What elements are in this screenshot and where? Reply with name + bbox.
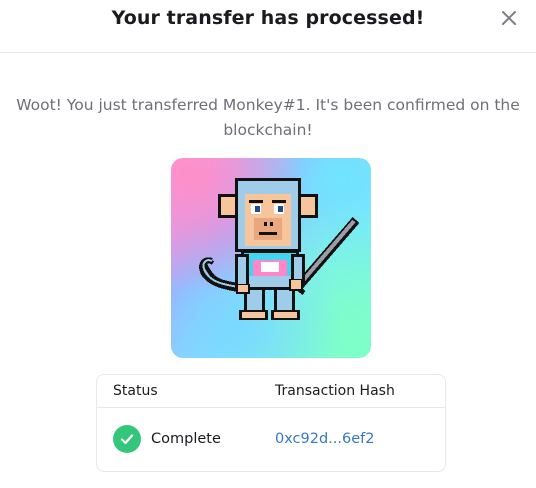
- close-button[interactable]: [499, 8, 519, 28]
- hash-column-header: Transaction Hash: [275, 383, 395, 399]
- transaction-table: Status Transaction Hash Complete 0xc92d.…: [96, 374, 446, 472]
- modal-title: Your transfer has processed!: [111, 7, 425, 29]
- check-circle-icon: [113, 425, 141, 453]
- status-column-header: Status: [113, 383, 158, 399]
- transfer-success-modal: Your transfer has processed! Woot! You j…: [0, 0, 536, 488]
- monkey-nft-art: [199, 178, 360, 320]
- transaction-hash-link[interactable]: 0xc92d...6ef2: [275, 431, 374, 447]
- table-header: Status Transaction Hash: [97, 375, 445, 408]
- nft-image: [171, 158, 371, 358]
- modal-header: Your transfer has processed!: [0, 0, 536, 53]
- close-icon: [502, 11, 516, 25]
- table-row: Complete 0xc92d...6ef2: [97, 408, 445, 471]
- success-message: Woot! You just transferred Monkey#1. It'…: [16, 96, 520, 139]
- status-cell: Complete: [113, 425, 221, 453]
- status-value: Complete: [151, 431, 221, 447]
